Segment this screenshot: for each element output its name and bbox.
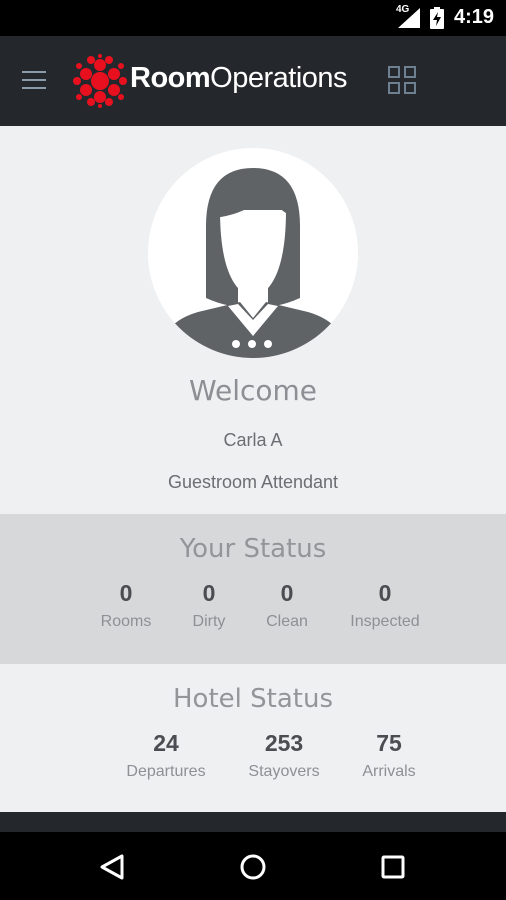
brand-bold: Room xyxy=(130,62,211,94)
stat-value: 0 xyxy=(280,580,294,606)
stat-label: Clean xyxy=(266,613,308,630)
app-title: RoomOperations xyxy=(130,62,348,95)
signal-icon xyxy=(398,8,420,28)
bottom-strip xyxy=(0,812,506,832)
stat-value: 0 xyxy=(378,580,392,606)
stat-label: Dirty xyxy=(192,613,226,630)
stat-departures: 24 Departures xyxy=(114,730,218,781)
stat-value: 0 xyxy=(119,580,133,606)
hamburger-menu-icon[interactable] xyxy=(14,60,54,100)
welcome-heading: Welcome xyxy=(188,374,318,407)
avatar xyxy=(148,148,358,358)
stat-rooms: 0 Rooms xyxy=(86,580,166,631)
stat-clean: 0 Clean xyxy=(250,580,324,631)
your-status-panel: Your Status 0 Rooms 0 Dirty 0 Clean 0 In… xyxy=(0,514,506,664)
stat-value: 253 xyxy=(264,730,304,756)
system-status-bar: 4G 4:19 xyxy=(0,0,506,36)
user-name: Carla A xyxy=(223,430,283,450)
back-icon[interactable] xyxy=(96,850,130,884)
user-role: Guestroom Attendant xyxy=(167,472,339,492)
stat-label: Rooms xyxy=(100,613,152,630)
stat-value: 0 xyxy=(202,580,216,606)
stat-stayovers: 253 Stayovers xyxy=(234,730,334,781)
room-operations-logo-icon xyxy=(73,54,127,108)
app-bar: RoomOperations xyxy=(0,36,506,126)
your-status-title: Your Status xyxy=(179,534,327,564)
brand-light: Operations xyxy=(210,62,348,94)
hotel-status-panel: Hotel Status 24 Departures 253 Stayovers… xyxy=(0,664,506,812)
profile-section: Welcome Carla A Guestroom Attendant xyxy=(0,126,506,514)
stat-label: Stayovers xyxy=(248,763,320,780)
stat-dirty: 0 Dirty xyxy=(172,580,246,631)
stat-label: Departures xyxy=(126,763,206,780)
stat-inspected: 0 Inspected xyxy=(336,580,434,631)
system-navigation-bar xyxy=(0,832,506,900)
person-avatar-icon xyxy=(158,168,348,358)
stat-label: Arrivals xyxy=(362,763,416,780)
home-icon[interactable] xyxy=(236,850,270,884)
battery-charging-icon xyxy=(430,7,444,29)
stat-arrivals: 75 Arrivals xyxy=(350,730,428,781)
grid-apps-icon[interactable] xyxy=(382,60,422,100)
stat-value: 75 xyxy=(376,730,402,756)
stat-value: 24 xyxy=(153,730,179,756)
stat-label: Inspected xyxy=(350,613,420,630)
clock: 4:19 xyxy=(453,6,494,28)
hotel-status-title: Hotel Status xyxy=(173,684,333,714)
recents-icon[interactable] xyxy=(376,850,410,884)
